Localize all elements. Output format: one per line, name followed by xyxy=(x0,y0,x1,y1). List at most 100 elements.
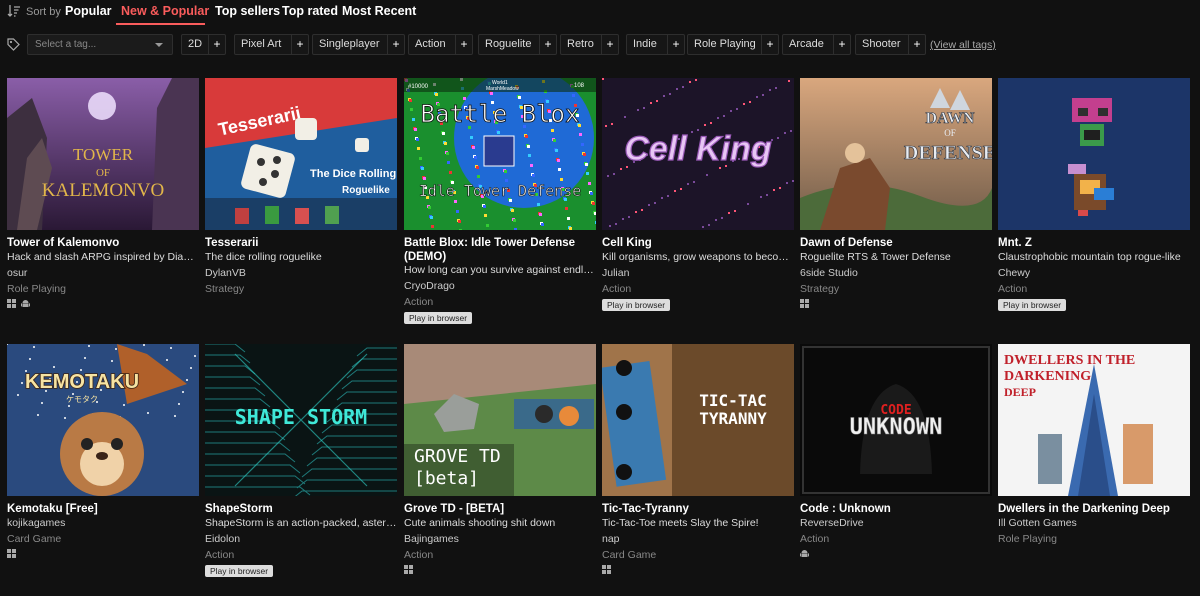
add-tag-button[interactable]: + xyxy=(909,35,925,54)
game-title[interactable]: Dawn of Defense xyxy=(800,236,992,250)
add-tag-button[interactable]: + xyxy=(292,35,308,54)
game-title[interactable]: Battle Blox: Idle Tower Defense (DEMO) xyxy=(404,236,596,264)
game-title[interactable]: Code : Unknown xyxy=(800,502,992,516)
cover-text: GROVE TD xyxy=(414,446,501,467)
game-genre: Action xyxy=(404,296,434,308)
cover-text: #10000 xyxy=(408,84,429,90)
game-thumbnail[interactable] xyxy=(998,78,1190,230)
game-genre: Role Playing xyxy=(7,283,66,295)
tag-chip-label[interactable]: Role Playing xyxy=(688,35,762,54)
sort-icon xyxy=(7,5,20,17)
tag-chip-shooter: Shooter + xyxy=(855,34,926,55)
game-author[interactable]: nap xyxy=(602,533,794,546)
game-description: Roguelite RTS & Tower Defense xyxy=(800,251,951,263)
tag-chip-label[interactable]: Roguelite xyxy=(479,35,540,54)
game-title[interactable]: Kemotaku [Free] xyxy=(7,502,199,516)
sort-popular[interactable]: Popular xyxy=(65,4,112,18)
game-author[interactable]: CryoDrago xyxy=(404,280,596,293)
tag-icon xyxy=(7,38,20,51)
game-title[interactable]: Grove TD - [BETA] xyxy=(404,502,596,516)
sort-top-sellers[interactable]: Top sellers xyxy=(215,4,280,18)
game-thumbnail[interactable]: CODE UNKNOWN xyxy=(800,344,992,496)
add-tag-button[interactable]: + xyxy=(668,35,684,54)
sort-most-recent[interactable]: Most Recent xyxy=(342,4,416,18)
tag-chip-action: Action + xyxy=(408,34,473,55)
game-title[interactable]: Dwellers in the Darkening Deep xyxy=(998,502,1190,516)
tag-select[interactable]: Select a tag... xyxy=(27,34,173,55)
game-author[interactable]: Julian xyxy=(602,267,794,280)
tag-chip-label[interactable]: 2D xyxy=(182,35,209,54)
add-tag-button[interactable]: + xyxy=(762,35,778,54)
game-author[interactable]: Ill Gotten Games xyxy=(998,517,1190,530)
game-title[interactable]: Tic-Tac-Tyranny xyxy=(602,502,794,516)
game-title[interactable]: Cell King xyxy=(602,236,794,250)
game-thumbnail[interactable]: TIC-TAC TYRANNY xyxy=(602,344,794,496)
game-thumbnail[interactable]: Tesserarii The Dice Rolling Roguelike xyxy=(205,78,397,230)
game-author[interactable]: osur xyxy=(7,267,199,280)
add-tag-button[interactable]: + xyxy=(388,35,404,54)
tag-chip-2d: 2D + xyxy=(181,34,226,55)
tag-chip-label[interactable]: Indie xyxy=(627,35,668,54)
game-author[interactable]: ReverseDrive xyxy=(800,517,992,530)
game-author[interactable]: kojikagames xyxy=(7,517,199,530)
tag-chip-arcade: Arcade + xyxy=(782,34,851,55)
game-title[interactable]: Tesserarii xyxy=(205,236,397,250)
game-description: Kill organisms, grow weapons to become .… xyxy=(602,251,794,263)
game-author[interactable]: DylanVB xyxy=(205,267,397,280)
tag-chip-indie: Indie + xyxy=(626,34,685,55)
platform-icons xyxy=(602,565,611,574)
sort-new-popular[interactable]: New & Popular xyxy=(121,4,209,18)
tag-chip-label[interactable]: Retro xyxy=(561,35,602,54)
tag-chip-role-playing: Role Playing + xyxy=(687,34,779,55)
game-description: Claustrophobic mountain top rogue-like xyxy=(998,251,1181,263)
game-author[interactable]: Chewy xyxy=(998,267,1190,280)
tag-chip-label[interactable]: Arcade xyxy=(783,35,834,54)
play-in-browser-badge: Play in browser xyxy=(998,299,1067,311)
game-thumbnail[interactable]: DWELLERS IN THE DARKENING DEEP xyxy=(998,344,1190,496)
cover-text: ケモタク xyxy=(66,395,98,404)
tag-chip-label[interactable]: Singleplayer xyxy=(313,35,388,54)
game-thumbnail[interactable]: SHAPE STORM xyxy=(205,344,397,496)
android-icon xyxy=(800,550,809,557)
cover-text: [beta] xyxy=(414,468,479,489)
game-author[interactable]: 6side Studio xyxy=(800,267,992,280)
game-genre: Card Game xyxy=(602,549,657,561)
tag-chip-label[interactable]: Action xyxy=(409,35,456,54)
game-thumbnail[interactable]: KEMOTAKU ケモタク xyxy=(7,344,199,496)
sort-label: Sort by xyxy=(26,6,61,18)
add-tag-button[interactable]: + xyxy=(602,35,618,54)
game-description: The dice rolling roguelike xyxy=(205,251,322,263)
cover-text: DEFENSE xyxy=(904,142,992,164)
tag-chip-label[interactable]: Shooter xyxy=(856,35,909,54)
game-thumbnail[interactable]: TOWER OF KALEMONVO xyxy=(7,78,199,230)
game-author[interactable]: Bajingames xyxy=(404,533,596,546)
play-in-browser-badge: Play in browser xyxy=(205,565,274,577)
view-all-tags-link[interactable]: (View all tags) xyxy=(930,39,996,51)
add-tag-button[interactable]: + xyxy=(540,35,556,54)
play-in-browser-badge: Play in browser xyxy=(602,299,671,311)
sort-top-rated[interactable]: Top rated xyxy=(282,4,338,18)
add-tag-button[interactable]: + xyxy=(209,35,225,54)
game-title[interactable]: ShapeStorm xyxy=(205,502,397,516)
game-thumbnail[interactable]: #10000 World1 MarshMeadow 108 Battle Blo… xyxy=(404,78,596,230)
game-author[interactable]: Eidolon xyxy=(205,533,397,546)
game-thumbnail[interactable]: DAWN OF DEFENSE xyxy=(800,78,992,230)
cover-text: DARKENING xyxy=(1004,369,1091,384)
platform-icons xyxy=(800,299,809,308)
cover-text: TYRANNY xyxy=(699,409,767,428)
add-tag-button[interactable]: + xyxy=(456,35,472,54)
add-tag-button[interactable]: + xyxy=(834,35,850,54)
game-thumbnail[interactable]: GROVE TD [beta] xyxy=(404,344,596,496)
game-description: ShapeStorm is an action-packed, asteroid… xyxy=(205,517,397,529)
platform-icons xyxy=(7,549,16,558)
game-description: Hack and slash ARPG inspired by Diablo 1 xyxy=(7,251,199,263)
platform-icons xyxy=(404,565,413,574)
game-genre: Action xyxy=(998,283,1028,295)
game-genre: Role Playing xyxy=(998,533,1057,545)
game-title[interactable]: Mnt. Z xyxy=(998,236,1190,250)
cover-text: OF xyxy=(944,128,956,138)
game-title[interactable]: Tower of Kalemonvo xyxy=(7,236,199,250)
cover-text: TOWER xyxy=(73,145,134,164)
tag-chip-label[interactable]: Pixel Art xyxy=(235,35,292,54)
game-thumbnail[interactable]: Cell King xyxy=(602,78,794,230)
